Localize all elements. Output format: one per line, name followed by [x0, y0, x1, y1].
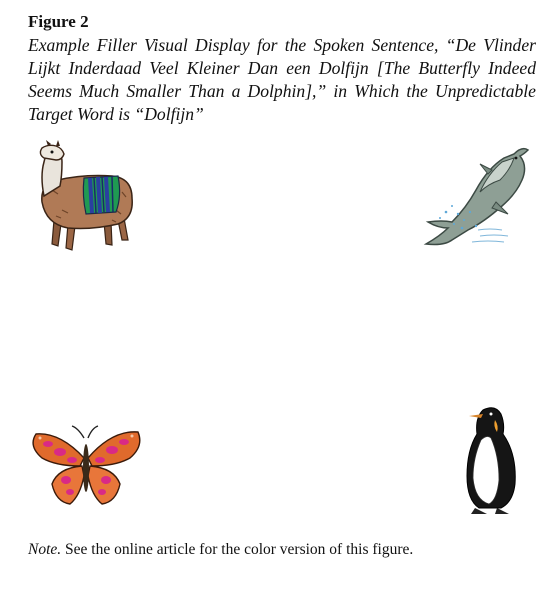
- penguin-icon: [466, 407, 516, 514]
- llama-icon: [39, 140, 133, 251]
- note-text: See the online article for the color ver…: [61, 541, 414, 558]
- butterfly-icon: [32, 425, 141, 505]
- figure-note: Note. See the online article for the col…: [28, 541, 413, 559]
- figure-label: Figure 2: [28, 12, 89, 31]
- dolphin-icon: [423, 147, 530, 246]
- note-label: Note.: [28, 541, 62, 558]
- figure-caption: Example Filler Visual Display for the Sp…: [28, 35, 536, 124]
